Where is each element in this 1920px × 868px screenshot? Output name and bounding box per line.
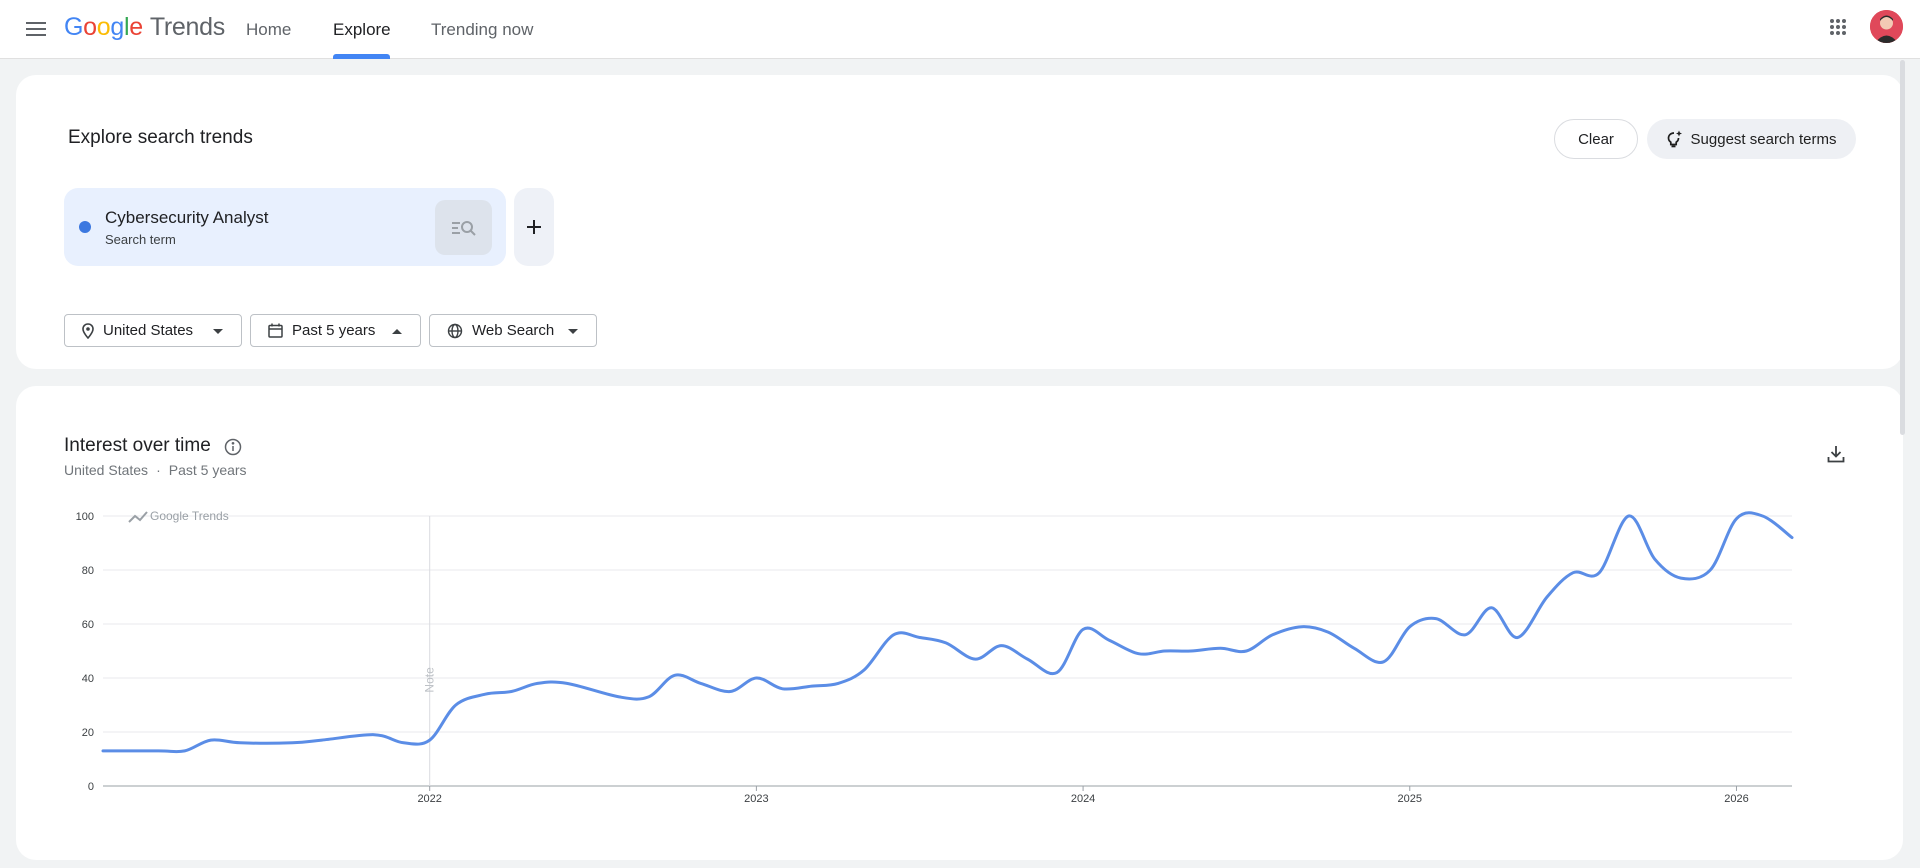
subtitle-region: United States	[64, 462, 149, 478]
nav-home[interactable]: Home	[246, 0, 291, 59]
info-icon[interactable]	[223, 437, 243, 457]
page-scrollbar[interactable]	[1900, 60, 1905, 435]
download-icon[interactable]	[1822, 440, 1850, 468]
caret-down-icon	[213, 322, 223, 339]
interest-subtitle: United States · Past 5 years	[64, 462, 247, 478]
globe-icon	[447, 323, 463, 339]
search-term-name: Cybersecurity Analyst	[105, 208, 269, 227]
explore-title: Explore search trends	[68, 127, 253, 148]
calendar-icon	[268, 323, 283, 338]
subtitle-separator: ·	[156, 462, 161, 478]
nav-explore[interactable]: Explore	[333, 0, 391, 59]
caret-up-icon	[392, 322, 402, 339]
location-pin-icon	[82, 322, 94, 339]
logo-letter: o	[96, 13, 111, 41]
subtitle-time: Past 5 years	[168, 462, 247, 478]
region-filter[interactable]: United States	[64, 314, 242, 347]
search-term-chip[interactable]: Cybersecurity Analyst Search term	[64, 188, 506, 266]
search-term-type: Search term	[105, 232, 176, 247]
caret-down-icon	[568, 322, 578, 339]
suggest-search-terms-button[interactable]: Suggest search terms	[1647, 119, 1856, 159]
region-filter-label: United States	[103, 322, 194, 339]
search-property-label: Web Search	[472, 322, 555, 339]
menu-icon[interactable]	[20, 13, 52, 45]
apps-grid-icon[interactable]	[1822, 11, 1854, 43]
series-color-dot	[79, 221, 91, 233]
clear-button[interactable]: Clear	[1554, 119, 1638, 159]
plus-icon	[527, 220, 541, 234]
logo-product-name: Trends	[149, 13, 225, 41]
logo-letter: g	[110, 13, 124, 41]
logo-letter: o	[83, 13, 97, 41]
logo-letter: e	[129, 13, 143, 41]
interest-over-time-card	[16, 386, 1903, 860]
search-property-filter[interactable]: Web Search	[429, 314, 597, 347]
logo-letter: G	[64, 13, 84, 41]
avatar[interactable]	[1870, 10, 1903, 43]
active-tab-indicator	[333, 54, 390, 59]
top-app-bar: Google Trends Home Explore Trending now	[0, 0, 1920, 59]
interest-over-time-title: Interest over time	[64, 435, 211, 456]
nav-trending-now[interactable]: Trending now	[431, 0, 533, 59]
time-range-filter[interactable]: Past 5 years	[250, 314, 421, 347]
sparkle-bulb-icon	[1667, 130, 1683, 148]
google-trends-logo[interactable]: Google Trends	[64, 12, 225, 42]
suggest-label: Suggest search terms	[1690, 130, 1837, 148]
search-options-icon[interactable]	[435, 200, 492, 255]
time-range-filter-label: Past 5 years	[292, 322, 376, 339]
add-comparison-button[interactable]	[514, 188, 554, 266]
